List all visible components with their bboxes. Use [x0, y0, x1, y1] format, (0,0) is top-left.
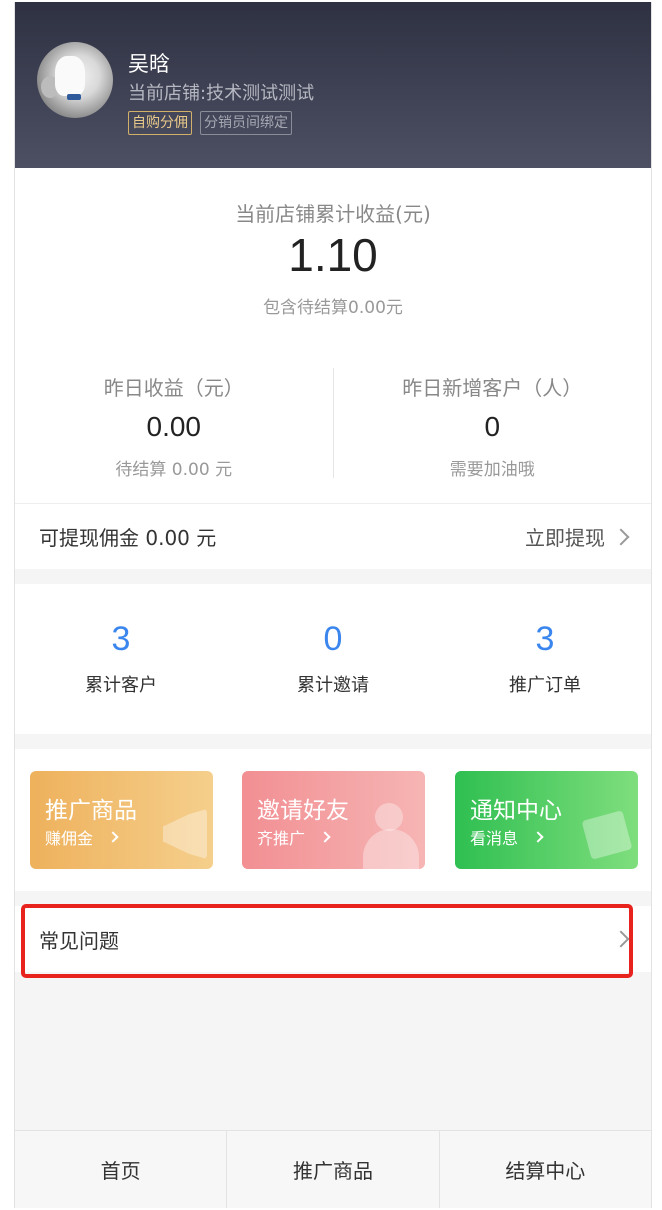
yesterday-customers-value: 0: [484, 411, 501, 442]
card-subtitle-text: 赚佣金: [45, 829, 94, 848]
megaphone-icon: [163, 809, 207, 859]
stat-total-invites[interactable]: 0 累计邀请: [227, 584, 439, 734]
yesterday-stats: 昨日收益（元） 0.00 待结算 0.00 元 昨日新增客户（人） 0 需要加油…: [15, 368, 652, 480]
chevron-right-icon: [612, 930, 630, 948]
tag-distributor-binding: 分销员间绑定: [200, 111, 292, 135]
stat-value: 0: [323, 620, 343, 658]
withdrawable-commission: 可提现佣金 0.00 元: [39, 526, 217, 550]
card-notification-center[interactable]: 通知中心 看消息: [455, 771, 638, 869]
nav-settlement-center[interactable]: 结算中心: [438, 1131, 651, 1208]
avatar[interactable]: [37, 42, 113, 118]
stat-total-customers[interactable]: 3 累计客户: [15, 584, 227, 734]
stat-value: 3: [535, 620, 555, 658]
total-earnings-title: 当前店铺累计收益(元): [235, 202, 431, 226]
card-subtitle: 看消息: [470, 825, 544, 849]
person-icon: [375, 803, 403, 831]
withdraw-row[interactable]: 可提现佣金 0.00 元 立即提现: [15, 503, 651, 569]
yesterday-income-label: 昨日收益（元）: [103, 376, 244, 400]
faq-row[interactable]: 常见问题: [15, 906, 651, 972]
chevron-right-icon: [319, 831, 331, 843]
yesterday-customers-label: 昨日新增客户（人）: [402, 376, 583, 400]
withdraw-now-label: 立即提现: [525, 526, 605, 550]
nav-promote-products[interactable]: 推广商品: [226, 1131, 438, 1208]
card-subtitle: 齐推广: [257, 825, 331, 849]
tag-list: 自购分佣 分销员间绑定: [128, 111, 292, 135]
stat-value: 3: [111, 620, 131, 658]
chevron-right-icon: [107, 831, 119, 843]
profile-header: 吴晗 当前店铺:技术测试测试 自购分佣 分销员间绑定: [15, 2, 651, 168]
card-subtitle-text: 看消息: [470, 829, 519, 848]
current-store-label: 当前店铺:技术测试测试: [128, 83, 315, 104]
feature-cards: 推广商品 赚佣金 邀请好友 齐推广 通知中心 看消息: [15, 749, 651, 891]
chevron-right-icon: [612, 528, 630, 545]
card-title: 通知中心: [470, 798, 562, 824]
chat-icon: [581, 810, 633, 860]
card-subtitle: 赚佣金: [45, 825, 119, 849]
faq-label: 常见问题: [39, 928, 119, 953]
username: 吴晗: [128, 52, 170, 76]
avatar-detail: [67, 94, 81, 100]
yesterday-income-value: 0.00: [146, 411, 202, 442]
nav-home[interactable]: 首页: [15, 1131, 226, 1208]
earnings-card: 当前店铺累计收益(元) 1.10 包含待结算0.00元 昨日收益（元） 0.00…: [15, 168, 651, 503]
bottom-nav: 首页 推广商品 结算中心: [15, 1130, 651, 1208]
chevron-right-icon: [532, 831, 544, 843]
yesterday-income-pending: 待结算 0.00 元: [115, 460, 233, 480]
tag-self-purchase-commission: 自购分佣: [128, 111, 192, 135]
total-earnings-amount: 1.10: [288, 229, 378, 281]
app-frame: 吴晗 当前店铺:技术测试测试 自购分佣 分销员间绑定 当前店铺累计收益(元) 1…: [14, 2, 652, 1208]
stat-label: 累计邀请: [297, 675, 369, 696]
person-icon: [363, 829, 419, 869]
card-invite-friends[interactable]: 邀请好友 齐推广: [242, 771, 425, 869]
yesterday-new-customers: 昨日新增客户（人） 0 需要加油哦: [332, 368, 652, 480]
stat-label: 推广订单: [509, 675, 581, 696]
withdraw-now-button[interactable]: 立即提现: [525, 522, 630, 551]
card-subtitle-text: 齐推广: [257, 829, 306, 848]
yesterday-income: 昨日收益（元） 0.00 待结算 0.00 元: [15, 368, 333, 480]
avatar-figure: [55, 56, 85, 96]
stats-row: 3 累计客户 0 累计邀请 3 推广订单: [15, 584, 651, 734]
yesterday-customers-note: 需要加油哦: [449, 460, 535, 480]
stat-label: 累计客户: [85, 675, 157, 696]
card-promote-products[interactable]: 推广商品 赚佣金: [30, 771, 213, 869]
card-title: 推广商品: [45, 798, 137, 824]
pending-settlement-note: 包含待结算0.00元: [263, 298, 403, 318]
stat-promotion-orders[interactable]: 3 推广订单: [439, 584, 651, 734]
card-title: 邀请好友: [257, 798, 349, 824]
